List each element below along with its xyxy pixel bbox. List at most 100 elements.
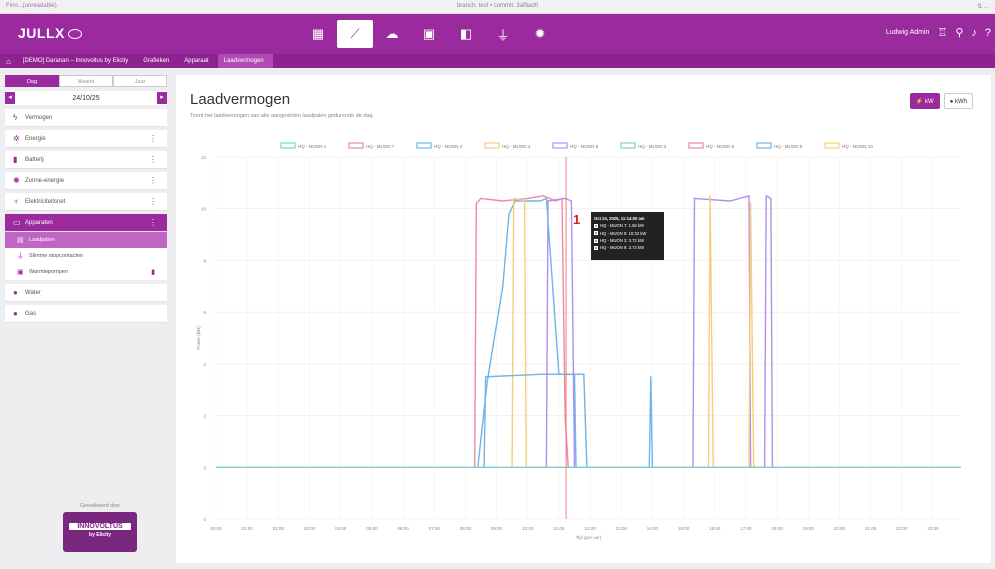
battery-status-icon: ▮ <box>151 269 155 276</box>
sidebar-item-energie[interactable]: ✲ Energie ⋮ <box>5 130 167 148</box>
x-tick-label: 00:00 <box>210 526 222 531</box>
sidebar-subitem-warmtepompen[interactable]: ▣ Warmtepompen ▮ <box>5 264 167 280</box>
x-tick-label: 07:00 <box>429 526 441 531</box>
sidebar-item-apparaten[interactable]: ▭ Apparaten ⋮ <box>5 214 167 232</box>
legend-label: HQ - MUON 7 <box>366 144 395 149</box>
tooltip-swatch <box>594 231 598 236</box>
more-icon[interactable]: ⋮ <box>149 134 157 143</box>
tab-dag[interactable]: Dag <box>5 75 59 87</box>
breadcrumb-current: Laadvermogen <box>217 54 273 68</box>
sidebar-item-label: Batterij <box>25 156 44 163</box>
tooltip-swatch <box>594 238 598 243</box>
sponsor-block: Gerealiseerd door INNOVOLTUS by Elicity <box>50 503 150 552</box>
legend-swatch <box>756 142 772 149</box>
next-date-button[interactable]: ▸ <box>157 92 167 104</box>
x-axis-label: Tijd (per uur) <box>576 535 602 540</box>
dashboard-icon[interactable]: ▦ <box>300 20 336 48</box>
breadcrumb-grafieken[interactable]: Grafieken <box>137 54 178 68</box>
x-tick-label: 15:00 <box>678 526 690 531</box>
x-tick-label: 13:00 <box>616 526 628 531</box>
power-chart[interactable]: HQ - MUON 1 HQ - MUON 7 HQ - MUON 2 HQ - MU… <box>176 75 991 563</box>
more-icon[interactable]: ⋮ <box>149 176 157 185</box>
x-tick-label: 17:00 <box>740 526 752 531</box>
tooltip-line: HQ - MUON 9: 3.73 kW <box>594 244 661 251</box>
y-tick-label: 10 <box>201 207 207 212</box>
x-tick-label: 12:00 <box>584 526 596 531</box>
sidebar-item-water[interactable]: ● Water <box>5 284 167 302</box>
x-tick-label: 06:00 <box>397 526 409 531</box>
money-icon[interactable]: ▣ <box>411 20 447 48</box>
legend-label: HQ - MUON 1 <box>298 144 327 149</box>
sidebar-item-label: Energie <box>25 135 46 142</box>
more-icon[interactable]: ⋮ <box>149 197 157 206</box>
sidebar-item-vermogen[interactable]: ϟ Vermogen <box>5 109 167 127</box>
legend-swatch <box>280 142 296 149</box>
plug-icon[interactable]: ⏚ <box>485 20 521 48</box>
user-area: Ludwig Admin ♖ ⚲ ♪ ? <box>886 26 991 40</box>
app-logo[interactable]: JULLX <box>18 25 82 41</box>
y-tick-label: 4 <box>203 362 206 367</box>
battery-icon: ▮ <box>13 155 18 164</box>
browser-extra[interactable]: ⇅ ... <box>977 3 989 10</box>
device-icon[interactable]: ◧ <box>448 20 484 48</box>
x-tick-label: 05:00 <box>366 526 378 531</box>
sidebar-item-label: Laadpalen <box>29 237 55 243</box>
tooltip-line: HQ - MUON 7: 1.58 kW <box>594 222 661 229</box>
sidebar-item-batterij[interactable]: ▮ Batterij ⋮ <box>5 151 167 169</box>
tooltip-title: Oct 24, 2025, 11:14:00 am <box>594 216 645 221</box>
sidebar-item-elektriciteitsnet[interactable]: ♆ Elektriciteitsnet ⋮ <box>5 193 167 211</box>
y-tick-label: 0 <box>203 465 206 470</box>
sponsor-sub: by Elicity <box>89 532 111 538</box>
sidebar-subitem-laadpalen[interactable]: ▤ Laadpalen <box>5 232 167 248</box>
help-icon[interactable]: ? <box>985 27 991 39</box>
y-tick-label: 2 <box>203 414 206 419</box>
water-icon: ● <box>13 288 18 297</box>
sidebar-item-label: Vermogen <box>25 114 53 121</box>
x-tick-label: 14:00 <box>647 526 659 531</box>
sidebar-item-zonne-energie[interactable]: ✺ Zonne-energie ⋮ <box>5 172 167 190</box>
breadcrumb-apparaat[interactable]: Apparaat <box>178 54 217 68</box>
legend-swatch <box>484 142 500 149</box>
sidebar-item-label: Warmtepompen <box>29 269 68 275</box>
legend-swatch <box>824 142 840 149</box>
home-icon[interactable]: ⌂ <box>6 57 11 66</box>
legend-label: HQ - MUON 5 <box>706 144 735 149</box>
user-name[interactable]: Ludwig Admin <box>886 29 930 36</box>
legend-label: HQ - MUON 4 <box>502 144 531 149</box>
sponsor-name: INNOVOLTUS <box>69 523 131 530</box>
breadcrumb: ⌂ [DEMO] Daranan – Innovoltus by Elicity… <box>6 54 273 68</box>
brain-icon[interactable]: ☁ <box>374 20 410 48</box>
x-tick-label: 01:00 <box>242 526 254 531</box>
breadcrumb-site[interactable]: [DEMO] Daranan – Innovoltus by Elicity <box>17 54 137 68</box>
sidebar-group-apparaten: ▭ Apparaten ⋮ ▤ Laadpalen ⏚ Slimme stopconta… <box>5 214 167 280</box>
more-icon[interactable]: ⋮ <box>149 155 157 164</box>
sidebar-item-label: Zonne-energie <box>25 177 65 184</box>
search-icon[interactable]: ⚲ <box>955 26 963 39</box>
x-tick-label: 22:00 <box>896 526 908 531</box>
settings-gear-icon[interactable]: ✹ <box>522 20 558 48</box>
date-display[interactable]: 24/10/25 <box>72 95 99 102</box>
tab-maand[interactable]: Maand <box>59 75 113 87</box>
charger-icon: ▤ <box>17 237 24 244</box>
chart-icon[interactable]: ⟋ <box>337 20 373 48</box>
tab-jaar[interactable]: Jaar <box>113 75 167 87</box>
legend-swatch <box>348 142 364 149</box>
legend-swatch <box>416 142 432 149</box>
sponsor-label: Gerealiseerd door <box>79 503 121 509</box>
x-tick-label: 23:00 <box>927 526 939 531</box>
x-tick-label: 16:00 <box>709 526 721 531</box>
sidebar: Dag Maand Jaar ◂ 24/10/25 ▸ ϟ Vermogen ✲ E… <box>5 75 167 326</box>
bell-icon[interactable]: ♪ <box>971 27 977 39</box>
prev-date-button[interactable]: ◂ <box>5 92 15 104</box>
more-icon[interactable]: ⋮ <box>149 218 157 227</box>
power-icon: ϟ <box>13 113 18 122</box>
tooltip-line: HQ - MUON 8: 10.32 kW <box>594 230 661 237</box>
x-tick-label: 11:00 <box>553 526 564 531</box>
sidebar-item-gas[interactable]: ● Gas <box>5 305 167 323</box>
series-line-hq-muon-7 <box>474 195 569 468</box>
building-icon[interactable]: ♖ <box>937 26 947 39</box>
series-line-hq-muon-9 <box>483 373 577 468</box>
breadcrumb-bar: ⌂ [DEMO] Daranan – Innovoltus by Elicity… <box>0 54 995 68</box>
sidebar-subitem-slimme-stopcontacten[interactable]: ⏚ Slimme stopcontacten <box>5 248 167 264</box>
plug-icon: ⏚ <box>17 253 24 260</box>
